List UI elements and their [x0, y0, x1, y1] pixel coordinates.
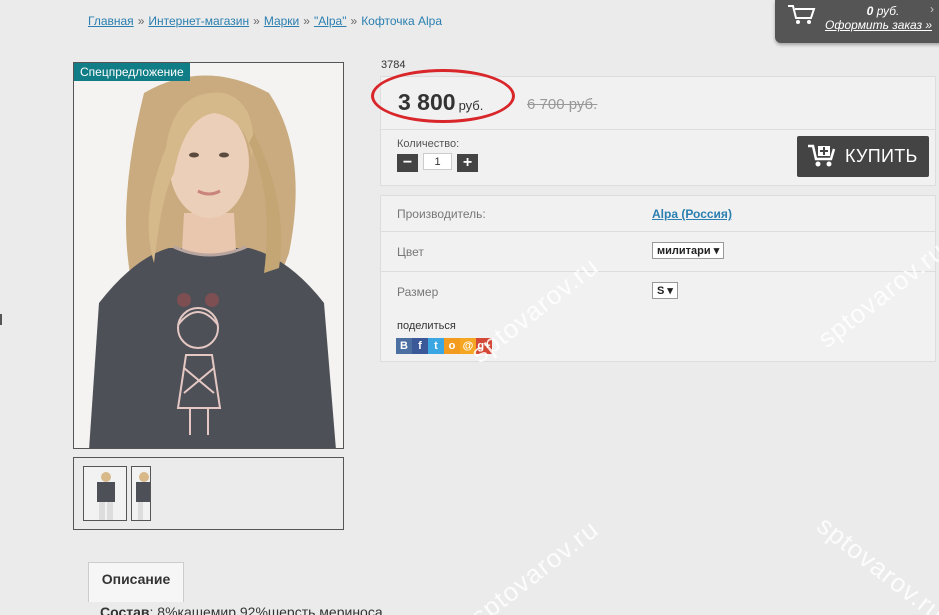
price-row: 3 800 руб. 6 700 руб. [371, 69, 935, 130]
manufacturer-row: Производитель: Alpa (Россия) [381, 196, 935, 232]
breadcrumb-shop[interactable]: Интернет-магазин [148, 14, 249, 28]
mailru-icon[interactable]: @ [460, 338, 476, 354]
thumbnail-2[interactable] [131, 466, 151, 521]
product-photo [74, 63, 343, 448]
special-offer-badge: Спецпредложение [74, 63, 190, 81]
size-label: Размер [397, 285, 439, 299]
composition-text: Состав: 8%кашемир 92%шерсть мериноса [100, 604, 383, 615]
share-label: поделиться [397, 320, 456, 332]
manufacturer-label: Производитель: [397, 207, 486, 221]
thumbnail-image [84, 467, 126, 520]
add-to-cart-icon [807, 143, 837, 174]
edge-marker [0, 314, 2, 325]
quantity-input[interactable] [423, 153, 452, 170]
size-value: S [657, 285, 665, 297]
color-value: милитари [657, 245, 711, 257]
breadcrumb-home[interactable]: Главная [88, 14, 134, 28]
product-image[interactable]: Спецпредложение [73, 62, 344, 449]
composition-value: : 8%кашемир 92%шерсть мериноса [149, 604, 383, 615]
watermark: sptovarov.ru [465, 513, 605, 615]
dropdown-arrow-icon: ▾ [667, 285, 673, 297]
breadcrumb-separator: » [137, 14, 145, 28]
product-sku: 3784 [381, 59, 406, 71]
dropdown-arrow-icon: ▾ [713, 245, 720, 257]
cart-widget[interactable]: 0 руб. Оформить заказ » › [775, 0, 939, 43]
size-row: Размер S ▾ [381, 272, 935, 312]
buy-label: КУПИТЬ [845, 146, 918, 166]
breadcrumb-separator: » [350, 14, 358, 28]
breadcrumb-brands[interactable]: Марки [264, 14, 299, 28]
attributes-panel: Производитель: Alpa (Россия) Цвет милита… [380, 195, 936, 362]
checkout-link[interactable]: Оформить заказ » [825, 18, 932, 32]
color-select[interactable]: милитари ▾ [652, 242, 725, 259]
breadcrumb-separator: » [303, 14, 310, 28]
cart-total: 0 руб. [833, 4, 933, 18]
thumbnail-image [132, 467, 150, 520]
color-label: Цвет [397, 245, 424, 259]
old-price: 6 700 руб. [527, 96, 598, 113]
facebook-icon[interactable]: f [412, 338, 428, 354]
odnoklassniki-icon[interactable]: о [444, 338, 460, 354]
manufacturer-link[interactable]: Alpa (Россия) [652, 207, 732, 221]
buy-button[interactable]: КУПИТЬ [797, 136, 929, 177]
share-buttons: В f t о @ g+ [396, 338, 492, 354]
breadcrumb-separator: » [253, 14, 260, 28]
composition-label: Состав [100, 604, 150, 615]
size-select[interactable]: S ▾ [652, 282, 678, 299]
cart-amount: 0 [866, 4, 874, 18]
quantity-decrease-button[interactable]: − [397, 154, 418, 172]
price-highlight-circle [371, 69, 515, 123]
breadcrumb: Главная» Интернет-магазин» Марки» "Alpa"» Ко… [88, 14, 442, 28]
thumbnail-1[interactable] [83, 466, 127, 521]
chevron-right-icon[interactable]: › [930, 2, 934, 16]
thumbnail-strip [73, 457, 344, 530]
breadcrumb-current: Кофточка Alpa [361, 14, 443, 28]
watermark: sptovarov.ru [811, 510, 939, 615]
tab-description[interactable]: Описание [88, 562, 184, 602]
twitter-icon[interactable]: t [428, 338, 444, 354]
color-row: Цвет милитари ▾ [381, 232, 935, 272]
googleplus-icon[interactable]: g+ [476, 338, 492, 354]
quantity-increase-button[interactable]: + [457, 154, 478, 172]
price-panel: 3 800руб. 6 700 руб. Количество: − + КУП… [371, 69, 936, 186]
cart-currency: руб. [876, 4, 900, 18]
quantity-label: Количество: [397, 138, 460, 150]
cart-icon [787, 3, 817, 32]
vk-icon[interactable]: В [396, 338, 412, 354]
breadcrumb-alpa[interactable]: "Alpa" [314, 14, 347, 28]
